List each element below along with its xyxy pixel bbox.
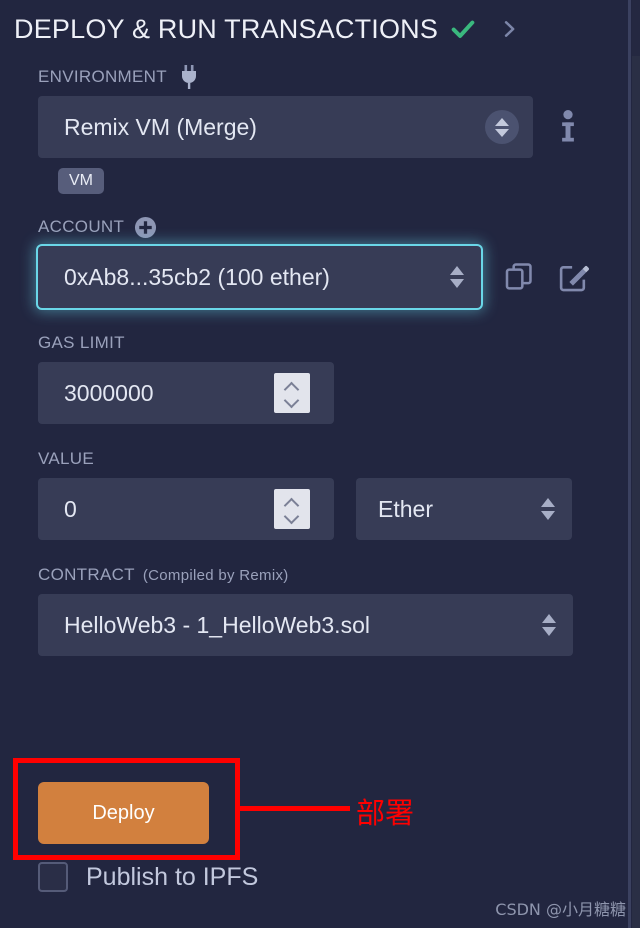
gas-limit-row: 3000000	[0, 362, 628, 424]
annotation-callout-text: 部署	[356, 796, 415, 830]
account-value: 0xAb8...35cb2 (100 ether)	[64, 263, 330, 290]
contract-row: HelloWeb3 - 1_HelloWeb3.sol	[0, 594, 628, 656]
value-row: 0 Ether	[0, 478, 628, 540]
contract-label-row: CONTRACT (Compiled by Remix)	[0, 556, 628, 594]
vm-badge: VM	[58, 168, 104, 194]
stepper-down-icon[interactable]	[286, 397, 298, 404]
value-stepper[interactable]	[274, 489, 310, 529]
publish-ipfs-label: Publish to IPFS	[86, 862, 259, 891]
plus-circle-icon[interactable]	[134, 216, 157, 239]
copy-icon[interactable]	[503, 261, 535, 293]
stepper-down-icon[interactable]	[286, 513, 298, 520]
edit-icon[interactable]	[557, 261, 590, 294]
chevron-right-icon[interactable]	[499, 18, 519, 40]
plug-icon	[177, 64, 201, 90]
panel-scrollbar[interactable]	[628, 0, 631, 928]
contract-arrows-icon	[539, 614, 559, 636]
gas-limit-stepper[interactable]	[274, 373, 310, 413]
gas-limit-label-row: GAS LIMIT	[0, 324, 628, 362]
select-arrows-icon	[485, 110, 519, 144]
right-panel-strip-top	[632, 0, 640, 56]
account-label: ACCOUNT	[38, 217, 125, 236]
account-arrows-icon	[447, 266, 467, 288]
value-label-row: VALUE	[0, 440, 628, 478]
value-input[interactable]: 0	[38, 478, 334, 540]
remix-deploy-run-panel: DEPLOY & RUN TRANSACTIONS ENVIRONMENT Re…	[0, 0, 640, 928]
account-select[interactable]: 0xAb8...35cb2 (100 ether)	[38, 246, 481, 308]
stepper-up-icon[interactable]	[286, 383, 298, 390]
gas-limit-input[interactable]: 3000000	[38, 362, 334, 424]
account-label-row: ACCOUNT	[0, 208, 628, 246]
environment-label: ENVIRONMENT	[38, 67, 167, 86]
publish-ipfs-checkbox[interactable]	[38, 862, 68, 892]
watermark: CSDN @小月糖糖	[495, 900, 626, 919]
account-row: 0xAb8...35cb2 (100 ether)	[0, 246, 628, 308]
right-panel-strip	[632, 0, 640, 928]
gas-limit-value: 3000000	[64, 379, 154, 406]
publish-ipfs-row: Publish to IPFS	[38, 862, 258, 892]
page-title: DEPLOY & RUN TRANSACTIONS	[14, 13, 439, 44]
environment-label-row: ENVIRONMENT	[0, 58, 628, 96]
stepper-up-icon[interactable]	[286, 499, 298, 506]
unit-arrows-icon	[538, 498, 558, 520]
gas-limit-label: GAS LIMIT	[38, 333, 125, 352]
value-unit-select[interactable]: Ether	[356, 478, 572, 540]
value-label: VALUE	[38, 449, 94, 468]
environment-select[interactable]: Remix VM (Merge)	[38, 96, 533, 158]
value-unit: Ether	[378, 495, 433, 522]
contract-select[interactable]: HelloWeb3 - 1_HelloWeb3.sol	[38, 594, 573, 656]
deploy-button[interactable]: Deploy	[38, 782, 209, 844]
annotation-callout-line	[240, 806, 350, 811]
panel-header: DEPLOY & RUN TRANSACTIONS	[0, 0, 628, 58]
contract-value: HelloWeb3 - 1_HelloWeb3.sol	[64, 611, 370, 638]
value-amount: 0	[64, 495, 77, 522]
deploy-form: ENVIRONMENT Remix VM (Merge) VM ACCOUNT …	[0, 58, 628, 656]
vm-badge-row: VM	[0, 168, 628, 194]
check-icon	[449, 15, 477, 43]
environment-value: Remix VM (Merge)	[64, 113, 257, 140]
environment-row: Remix VM (Merge)	[0, 96, 628, 158]
info-icon[interactable]	[557, 110, 579, 144]
contract-label: CONTRACT	[38, 565, 135, 584]
contract-sub-label: (Compiled by Remix)	[142, 566, 289, 584]
